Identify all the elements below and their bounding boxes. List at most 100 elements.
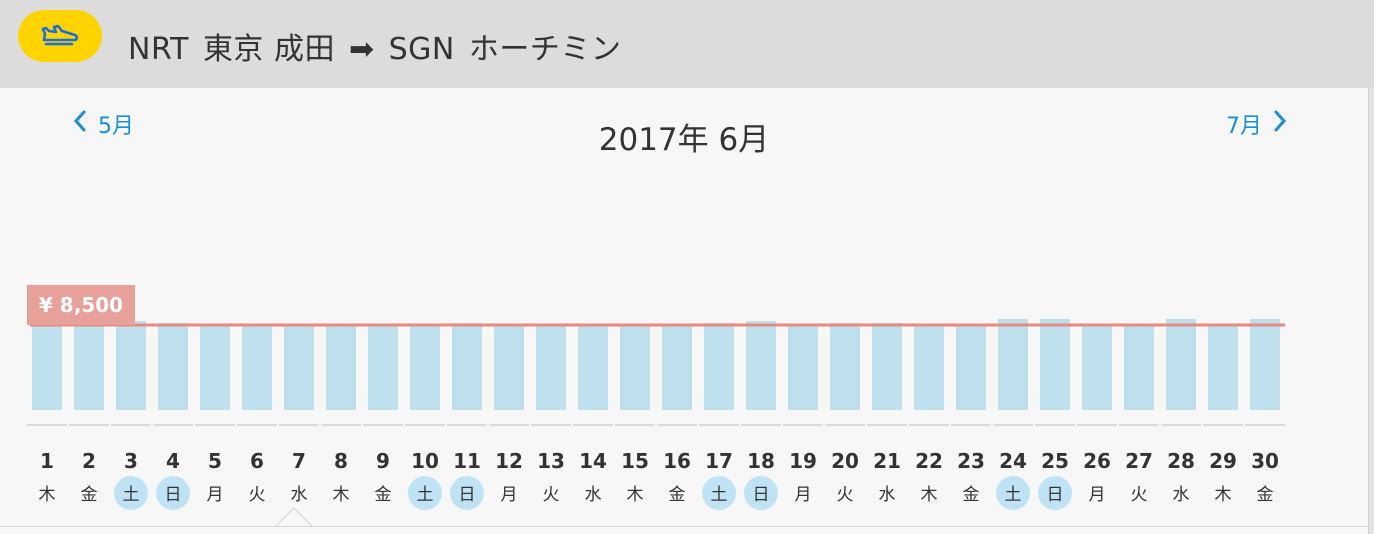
day-number[interactable]: 6 <box>250 449 264 473</box>
price-bar-day-13[interactable] <box>536 325 566 410</box>
weekday-label: 火 <box>543 485 560 505</box>
day-divider <box>993 424 1033 426</box>
weekday-label: 火 <box>837 485 854 505</box>
price-bar-day-6[interactable] <box>242 325 272 410</box>
day-number[interactable]: 3 <box>124 449 138 473</box>
day-number[interactable]: 19 <box>789 449 817 473</box>
weekday-label: 月 <box>501 485 518 505</box>
weekday-label: 木 <box>1215 485 1232 505</box>
day-number[interactable]: 20 <box>831 449 859 473</box>
day-number[interactable]: 5 <box>208 449 222 473</box>
day-divider <box>237 424 277 426</box>
day-number[interactable]: 17 <box>705 449 733 473</box>
route-title: NRT 東京 成田 ➡ SGN ホーチミン <box>128 24 635 68</box>
day-number[interactable]: 7 <box>292 449 306 473</box>
price-bar-day-19[interactable] <box>788 325 818 410</box>
price-bar-day-24[interactable] <box>998 319 1028 410</box>
price-bar-day-17[interactable] <box>704 323 734 410</box>
day-divider <box>741 424 781 426</box>
day-number[interactable]: 18 <box>747 449 775 473</box>
price-bar-day-8[interactable] <box>326 325 356 410</box>
day-number[interactable]: 13 <box>537 449 565 473</box>
price-bar-day-14[interactable] <box>578 325 608 410</box>
day-divider <box>783 424 823 426</box>
price-bar-day-3[interactable] <box>116 321 146 410</box>
weekday-label: 金 <box>375 485 392 505</box>
price-chart: 1木2金3土4日5月6火7水8木9金10土11日12月13火14水15木16金1… <box>27 285 1285 527</box>
day-number[interactable]: 22 <box>915 449 943 473</box>
origin-name: 東京 成田 <box>202 32 335 67</box>
route-header: NRT 東京 成田 ➡ SGN ホーチミン <box>0 0 1374 88</box>
price-bar-day-22[interactable] <box>914 325 944 410</box>
price-bar-day-9[interactable] <box>368 325 398 410</box>
calendar-panel: 5月 2017年 6月 7月 1 木 2 金 3 土 4 日 5 月 6 火 7 水 8 木 9 金 10 土 11 日 1… <box>0 88 1369 534</box>
day-number[interactable]: 25 <box>1041 449 1069 473</box>
dest-code: SGN <box>388 32 455 67</box>
day-number[interactable]: 27 <box>1125 449 1153 473</box>
price-bar-day-1[interactable] <box>32 325 62 410</box>
day-number[interactable]: 26 <box>1083 449 1111 473</box>
weekday-label: 水 <box>585 485 602 505</box>
day-number[interactable]: 1 <box>40 449 54 473</box>
day-divider <box>1203 424 1243 426</box>
day-number[interactable]: 14 <box>579 449 607 473</box>
price-bar-day-2[interactable] <box>74 325 104 410</box>
day-divider <box>573 424 613 426</box>
day-divider <box>321 424 361 426</box>
day-number[interactable]: 11 <box>453 449 481 473</box>
weekday-label: 土 <box>711 485 728 505</box>
weekday-label: 月 <box>795 485 812 505</box>
day-number[interactable]: 23 <box>957 449 985 473</box>
weekday-label: 水 <box>291 485 308 505</box>
day-number[interactable]: 21 <box>873 449 901 473</box>
day-number[interactable]: 10 <box>411 449 439 473</box>
day-divider <box>1035 424 1075 426</box>
price-bar-day-30[interactable] <box>1250 319 1280 410</box>
weekday-label: 金 <box>81 485 98 505</box>
price-bar-day-29[interactable] <box>1208 324 1238 410</box>
weekday-label: 木 <box>921 485 938 505</box>
day-number[interactable]: 9 <box>376 449 390 473</box>
day-number[interactable]: 24 <box>999 449 1027 473</box>
price-bar-day-23[interactable] <box>956 324 986 410</box>
price-bar-day-4[interactable] <box>158 323 188 410</box>
day-number[interactable]: 8 <box>334 449 348 473</box>
price-bar-day-21[interactable] <box>872 323 902 410</box>
price-bar-day-28[interactable] <box>1166 319 1196 410</box>
day-number[interactable]: 15 <box>621 449 649 473</box>
day-number[interactable]: 16 <box>663 449 691 473</box>
day-divider <box>699 424 739 426</box>
weekday-label: 火 <box>1131 485 1148 505</box>
price-bar-day-10[interactable] <box>410 325 440 410</box>
price-bar-day-18[interactable] <box>746 321 776 410</box>
weekday-label: 日 <box>165 485 182 505</box>
price-bar-day-26[interactable] <box>1082 324 1112 410</box>
day-divider <box>1077 424 1117 426</box>
weekday-label: 金 <box>1257 485 1274 505</box>
price-bar-day-16[interactable] <box>662 325 692 410</box>
weekday-label: 金 <box>669 485 686 505</box>
weekday-label: 月 <box>207 485 224 505</box>
price-bar-day-12[interactable] <box>494 325 524 410</box>
price-bar-day-15[interactable] <box>620 325 650 410</box>
price-bar-day-27[interactable] <box>1124 324 1154 410</box>
day-divider <box>615 424 655 426</box>
day-divider <box>489 424 529 426</box>
day-divider <box>405 424 445 426</box>
plane-icon <box>40 22 80 50</box>
day-number[interactable]: 4 <box>166 449 180 473</box>
day-number[interactable]: 2 <box>82 449 96 473</box>
price-bar-day-7[interactable] <box>284 325 314 410</box>
day-number[interactable]: 30 <box>1251 449 1279 473</box>
day-number[interactable]: 28 <box>1167 449 1195 473</box>
weekday-label: 月 <box>1089 485 1106 505</box>
day-divider <box>867 424 907 426</box>
price-bar-day-25[interactable] <box>1040 319 1070 410</box>
price-bar-day-20[interactable] <box>830 323 860 410</box>
price-bar-day-5[interactable] <box>200 325 230 410</box>
day-number[interactable]: 12 <box>495 449 523 473</box>
price-bar-day-11[interactable] <box>452 323 482 410</box>
day-number[interactable]: 29 <box>1209 449 1237 473</box>
day-divider <box>531 424 571 426</box>
day-divider <box>69 424 109 426</box>
